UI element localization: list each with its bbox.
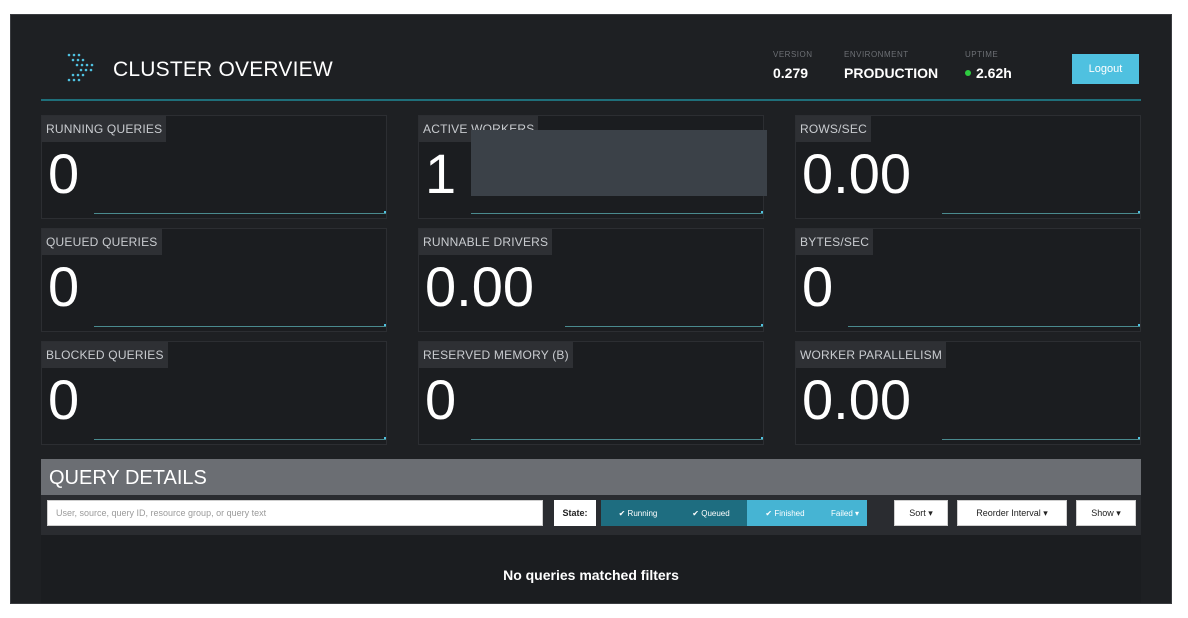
metric-card-bytes-sec: BYTES/SEC 0: [795, 228, 1141, 332]
metric-label: RESERVED MEMORY (B): [419, 342, 573, 368]
metric-card-active-workers: ACTIVE WORKERS 1: [418, 115, 767, 219]
sparkline: [565, 324, 763, 327]
metric-card-worker-parallelism: WORKER PARALLELISM 0.00: [795, 341, 1141, 445]
filter-running-toggle[interactable]: ✔ Running: [601, 500, 675, 526]
uptime-status-dot: [965, 70, 971, 76]
uptime-stat: UPTIME 2.62h: [965, 50, 1012, 81]
metric-label: BLOCKED QUERIES: [42, 342, 168, 368]
sparkline-area: [471, 130, 767, 196]
metric-value: 0.00: [802, 142, 911, 205]
sparkline: [942, 211, 1140, 214]
sparkline: [942, 437, 1140, 440]
version-value: 0.279: [773, 65, 809, 81]
metric-label: ROWS/SEC: [796, 116, 871, 142]
uptime-label: UPTIME: [965, 50, 999, 59]
page-title: CLUSTER OVERVIEW: [113, 58, 333, 81]
metric-value: 0: [48, 255, 80, 318]
metric-label: QUEUED QUERIES: [42, 229, 162, 255]
filter-queued-toggle[interactable]: ✔ Queued: [675, 500, 747, 526]
query-list: No queries matched filters: [41, 535, 1141, 603]
metric-card-reserved-memory: RESERVED MEMORY (B) 0: [418, 341, 764, 445]
version-stat: VERSION 0.279: [773, 50, 813, 81]
query-details-title: QUERY DETAILS: [49, 467, 207, 489]
metric-card-queued-queries: QUEUED QUERIES 0: [41, 228, 387, 332]
metric-card-running-queries: RUNNING QUERIES 0: [41, 115, 387, 219]
sparkline: [94, 324, 386, 327]
metric-label: RUNNABLE DRIVERS: [419, 229, 553, 255]
metric-label: RUNNING QUERIES: [42, 116, 167, 142]
metric-value: 1: [425, 142, 457, 205]
sort-dropdown[interactable]: Sort ▾: [894, 500, 948, 526]
query-search-input[interactable]: [47, 500, 543, 526]
metric-value: 0: [425, 368, 457, 431]
sparkline: [471, 211, 763, 214]
metric-value: 0: [802, 255, 834, 318]
environment-label: ENVIRONMENT: [844, 50, 909, 59]
metric-card-runnable-drivers: RUNNABLE DRIVERS 0.00: [418, 228, 764, 332]
environment-stat: ENVIRONMENT PRODUCTION: [844, 50, 938, 81]
state-label: State:: [554, 500, 596, 526]
metric-label: BYTES/SEC: [796, 229, 874, 255]
sparkline: [848, 324, 1140, 327]
logout-button[interactable]: Logout: [1072, 54, 1139, 84]
sparkline: [94, 437, 386, 440]
metric-card-rows-sec: ROWS/SEC 0.00: [795, 115, 1141, 219]
show-dropdown[interactable]: Show ▾: [1076, 500, 1136, 526]
query-details-header: QUERY DETAILS: [41, 459, 1141, 495]
metric-value: 0: [48, 142, 80, 205]
reorder-interval-dropdown[interactable]: Reorder Interval ▾: [957, 500, 1067, 526]
filter-failed-dropdown[interactable]: Failed ▾: [823, 500, 867, 526]
metric-label: WORKER PARALLELISM: [796, 342, 947, 368]
uptime-value: 2.62h: [976, 65, 1012, 81]
metric-value: 0.00: [802, 368, 911, 431]
empty-state-message: No queries matched filters: [503, 567, 679, 583]
environment-value: PRODUCTION: [844, 65, 939, 81]
version-label: VERSION: [773, 50, 813, 59]
sparkline: [471, 437, 763, 440]
query-filter-bar: State: ✔ Running ✔ Queued ✔ Finished Fai…: [41, 495, 1141, 535]
metric-value: 0: [48, 368, 80, 431]
metric-card-blocked-queries: BLOCKED QUERIES 0: [41, 341, 387, 445]
logo-icon: [67, 53, 94, 82]
filter-finished-toggle[interactable]: ✔ Finished: [747, 500, 823, 526]
metric-value: 0.00: [425, 255, 534, 318]
sparkline: [94, 211, 386, 214]
cluster-overview-window: CLUSTER OVERVIEW VERSION 0.279 ENVIRONME…: [10, 14, 1172, 604]
uptime-row: 2.62h: [965, 65, 1012, 81]
header: CLUSTER OVERVIEW VERSION 0.279 ENVIRONME…: [41, 15, 1141, 101]
